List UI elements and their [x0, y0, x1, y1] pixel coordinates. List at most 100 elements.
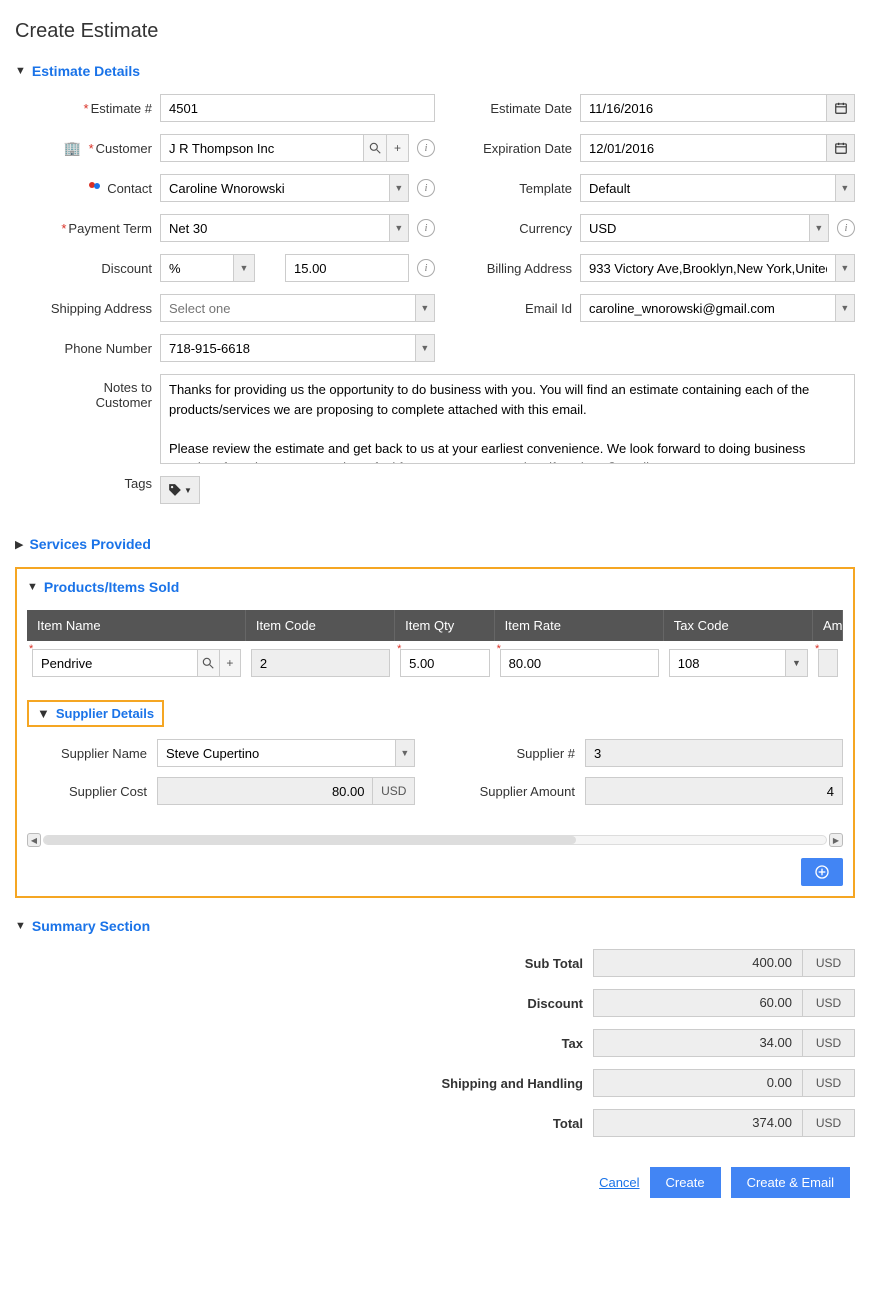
chevron-down-icon[interactable]: ▼ [415, 334, 435, 362]
create-and-email-button[interactable]: Create & Email [731, 1167, 850, 1198]
horizontal-scrollbar[interactable]: ◀ ▶ [27, 830, 843, 850]
product-row: * + * * ▼ * [27, 641, 843, 685]
info-icon[interactable]: i [417, 179, 435, 197]
label-customer: Customer [96, 141, 152, 156]
subtotal-value: 400.00 [593, 949, 803, 977]
currency-select[interactable] [580, 214, 809, 242]
item-code-input [251, 649, 390, 677]
search-icon [368, 141, 382, 155]
billing-address-select[interactable] [580, 254, 835, 282]
estimate-no-input[interactable] [160, 94, 435, 122]
expiration-date-input[interactable] [580, 134, 826, 162]
section-summary-toggle[interactable]: ▼ Summary Section [15, 918, 855, 934]
chevron-down-icon[interactable]: ▼ [835, 254, 855, 282]
scroll-thumb[interactable] [44, 836, 576, 844]
products-highlight-box: ▼ Products/Items Sold Item Name Item Cod… [15, 567, 855, 898]
section-title: Supplier Details [56, 706, 154, 721]
shipping-value: 0.00 [593, 1069, 803, 1097]
label-supplier-number: Supplier # [455, 746, 585, 761]
label-supplier-amount: Supplier Amount [455, 784, 585, 799]
template-select[interactable] [580, 174, 835, 202]
discount-value-input[interactable] [285, 254, 409, 282]
section-title: Services Provided [29, 536, 150, 552]
chevron-right-icon: ▶ [15, 538, 23, 551]
label-currency: Currency [519, 221, 572, 236]
label-shipping-address: Shipping Address [51, 301, 152, 316]
item-qty-input[interactable] [400, 649, 490, 677]
scroll-track[interactable] [43, 835, 827, 845]
info-icon[interactable]: i [417, 219, 435, 237]
supplier-name-select[interactable] [157, 739, 395, 767]
item-amount-input [818, 649, 838, 677]
label-subtotal: Sub Total [525, 956, 583, 971]
chevron-down-icon[interactable]: ▼ [233, 254, 255, 282]
customer-search-button[interactable] [363, 134, 386, 162]
section-products-toggle[interactable]: ▼ Products/Items Sold [27, 579, 843, 595]
col-header-qty: Item Qty [395, 610, 495, 641]
contact-select[interactable] [160, 174, 389, 202]
col-header-amount: Am [813, 610, 843, 641]
section-estimate-details-toggle[interactable]: ▼ Estimate Details [15, 63, 855, 79]
cancel-link[interactable]: Cancel [599, 1175, 639, 1190]
phone-number-select[interactable] [160, 334, 415, 362]
tax-value: 34.00 [593, 1029, 803, 1057]
chevron-down-icon[interactable]: ▼ [389, 214, 409, 242]
calendar-button[interactable] [826, 134, 855, 162]
discount-unit: USD [803, 989, 855, 1017]
chevron-down-icon[interactable]: ▼ [809, 214, 829, 242]
supplier-amount-input [585, 777, 843, 805]
col-header-tax: Tax Code [664, 610, 813, 641]
people-icon [87, 180, 107, 196]
page-title: Create Estimate [15, 20, 855, 43]
customer-add-button[interactable]: + [386, 134, 409, 162]
payment-term-select[interactable] [160, 214, 389, 242]
chevron-down-icon: ▼ [184, 486, 192, 495]
scroll-right-button[interactable]: ▶ [829, 833, 843, 847]
discount-value: 60.00 [593, 989, 803, 1017]
tags-button[interactable]: ▼ [160, 476, 200, 504]
estimate-date-input[interactable] [580, 94, 826, 122]
label-tax: Tax [562, 1036, 583, 1051]
add-product-row-button[interactable] [801, 858, 843, 886]
chevron-down-icon[interactable]: ▼ [395, 739, 415, 767]
item-rate-input[interactable] [500, 649, 659, 677]
tag-icon [168, 483, 182, 497]
label-template: Template [519, 181, 572, 196]
label-supplier-name: Supplier Name [27, 746, 157, 761]
chevron-down-icon[interactable]: ▼ [785, 649, 808, 677]
calendar-button[interactable] [826, 94, 855, 122]
shipping-address-select[interactable] [160, 294, 415, 322]
item-search-button[interactable] [197, 649, 219, 677]
col-header-name: Item Name [27, 610, 246, 641]
section-title: Products/Items Sold [44, 579, 179, 595]
chevron-down-icon[interactable]: ▼ [389, 174, 409, 202]
chevron-down-icon[interactable]: ▼ [415, 294, 435, 322]
supplier-cost-input [157, 777, 373, 805]
tax-unit: USD [803, 1029, 855, 1057]
label-discount: Discount [101, 261, 152, 276]
email-id-select[interactable] [580, 294, 835, 322]
label-tags: Tags [125, 476, 152, 491]
discount-type-select[interactable] [160, 254, 233, 282]
tax-code-select[interactable] [669, 649, 785, 677]
customer-input[interactable] [160, 134, 363, 162]
plus-circle-icon [814, 864, 830, 880]
chevron-down-icon: ▼ [37, 706, 50, 721]
create-button[interactable]: Create [650, 1167, 721, 1198]
chevron-down-icon[interactable]: ▼ [835, 294, 855, 322]
label-estimate-no: Estimate # [91, 101, 152, 116]
notes-textarea[interactable]: Thanks for providing us the opportunity … [160, 374, 855, 464]
scroll-left-button[interactable]: ◀ [27, 833, 41, 847]
info-icon[interactable]: i [417, 259, 435, 277]
chevron-down-icon[interactable]: ▼ [835, 174, 855, 202]
label-estimate-date: Estimate Date [490, 101, 572, 116]
info-icon[interactable]: i [417, 139, 435, 157]
info-icon[interactable]: i [837, 219, 855, 237]
item-add-button[interactable]: + [219, 649, 241, 677]
item-name-input[interactable] [32, 649, 197, 677]
label-payment-term: Payment Term [68, 221, 152, 236]
chevron-down-icon: ▼ [15, 920, 26, 932]
section-services-toggle[interactable]: ▶ Services Provided [15, 536, 855, 552]
section-supplier-toggle[interactable]: ▼ Supplier Details [27, 700, 164, 727]
label-billing-address: Billing Address [487, 261, 572, 276]
